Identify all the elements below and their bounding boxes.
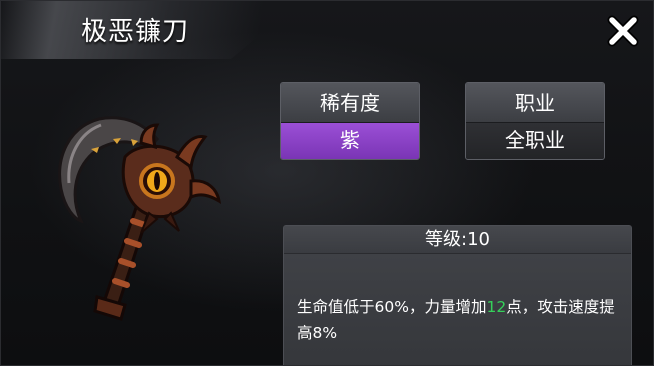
job-box: 职业 全职业 [465,82,605,160]
item-info-panel: 等级:10 生命值低于60%，力量增加12点，攻击速度提高8% [283,225,632,365]
desc-highlight-value: 12 [486,298,507,316]
demon-scythe-icon [41,109,241,325]
item-level: 等级:10 [284,226,631,254]
item-description: 生命值低于60%，力量增加12点，攻击速度提高8% [284,254,631,365]
job-label: 职业 [466,83,604,123]
desc-text: 生命值低于60%，力量增加 [297,298,487,316]
close-icon [607,15,639,47]
item-name: 极恶镰刀 [81,17,190,47]
rarity-box: 稀有度 紫 [280,82,420,160]
rarity-value: 紫 [281,123,419,159]
rarity-label: 稀有度 [281,83,419,123]
job-value: 全职业 [466,123,604,159]
close-button[interactable] [605,13,641,49]
item-detail-panel: 极恶镰刀 稀有度 紫 职业 全职业 等级:10 生命值低于60%，力量增加12点… [0,0,654,366]
